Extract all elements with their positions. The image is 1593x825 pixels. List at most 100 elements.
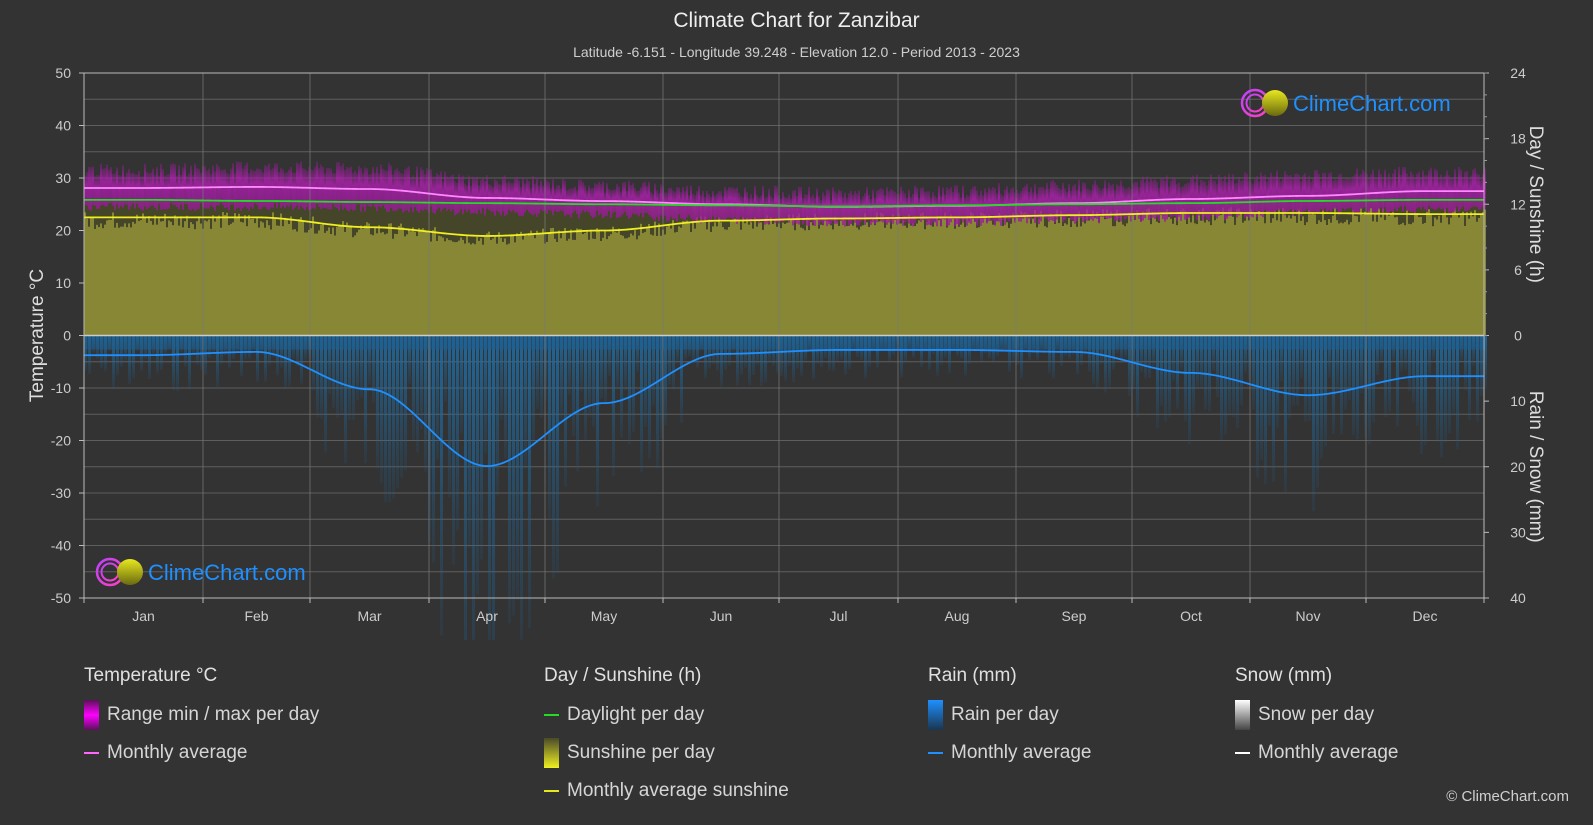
sunshine-day-bar [858, 229, 860, 336]
x-tick-label: Apr [476, 608, 498, 624]
temp-range-bar [976, 190, 978, 226]
sunshine-day-bar [854, 219, 856, 336]
temp-range-bar [866, 187, 868, 220]
sunshine-day-bar [1190, 222, 1192, 336]
sunshine-day-bar [290, 216, 292, 336]
temp-range-bar [1282, 177, 1284, 213]
sunshine-day-bar [992, 224, 994, 336]
sunshine-day-bar [150, 220, 152, 336]
sunshine-day-bar [626, 238, 628, 336]
temp-range-bar [460, 176, 462, 210]
sunshine-day-bar [1104, 219, 1106, 336]
sunshine-day-bar [546, 241, 548, 336]
sunshine-day-bar [534, 238, 536, 336]
sunshine-day-bar [120, 226, 122, 336]
x-tick-label: Jan [132, 608, 155, 624]
sunshine-day-bar [726, 229, 728, 336]
temp-range-bar [424, 173, 426, 210]
sunshine-day-bar [1430, 214, 1432, 336]
sunshine-day-bar [824, 219, 826, 336]
temp-range-bar [1228, 173, 1230, 217]
temp-range-bar [1402, 166, 1404, 212]
sunshine-day-bar [1312, 212, 1314, 336]
sunshine-day-bar [196, 221, 198, 336]
sunshine-day-bar [464, 243, 466, 336]
rain-day-bar [640, 335, 643, 472]
rain-day-bar [556, 335, 559, 574]
sunshine-day-bar [1376, 221, 1378, 336]
temp-range-bar [1054, 182, 1056, 223]
rain-day-bar [1352, 335, 1355, 435]
rain-day-bar [488, 335, 491, 640]
sunshine-day-bar [1122, 224, 1124, 336]
temp-range-bar [474, 178, 476, 213]
sunshine-day-bar [132, 221, 134, 336]
temp-range-bar [530, 188, 532, 214]
sunshine-day-bar [1354, 215, 1356, 336]
sunshine-day-bar [648, 224, 650, 336]
temp-range-bar [1450, 177, 1452, 214]
sunshine-day-bar [988, 214, 990, 336]
sunshine-day-bar [864, 213, 866, 336]
sunshine-day-bar [1270, 222, 1272, 336]
sunshine-day-bar [186, 215, 188, 336]
sunshine-day-bar [616, 232, 618, 336]
temp-range-bar [170, 164, 172, 204]
sunshine-day-bar [92, 216, 94, 336]
legend-item-sunshine-avg: Monthly average sunshine [544, 779, 789, 803]
sunshine-day-bar [1070, 227, 1072, 336]
sunshine-day-bar [984, 214, 986, 336]
sunshine-day-bar [262, 222, 264, 336]
sunshine-day-bar [886, 217, 888, 336]
temp-range-bar [910, 196, 912, 224]
sunshine-day-bar [418, 228, 420, 336]
rain-day-bar [440, 335, 443, 636]
sunshine-day-bar [222, 212, 224, 336]
sunshine-day-bar [476, 236, 478, 336]
right-tick-label: 24 [1510, 65, 1526, 81]
sunshine-day-bar [1080, 226, 1082, 336]
temp-range-bar [1294, 173, 1296, 211]
temp-range-bar [166, 174, 168, 210]
temp-range-bar [960, 197, 962, 220]
sunshine-day-bar [576, 228, 578, 336]
sunshine-day-bar [1462, 211, 1464, 336]
temp-range-bar [366, 168, 368, 206]
temp-range-bar [856, 193, 858, 226]
temp-range-bar [182, 167, 184, 210]
sunshine-day-bar [1394, 217, 1396, 336]
sunshine-day-bar [1388, 215, 1390, 336]
temp-range-bar [316, 161, 318, 205]
temp-range-bar [762, 186, 764, 220]
sunshine-day-bar [392, 238, 394, 336]
temp-range-bar [386, 170, 388, 212]
sunshine-day-bar [1306, 222, 1308, 336]
sunshine-day-bar [1168, 216, 1170, 336]
temp-range-bar [228, 174, 230, 211]
temp-range-bar [150, 172, 152, 206]
temp-range-bar [752, 198, 754, 219]
sunshine-day-bar [1084, 223, 1086, 336]
sunshine-day-bar [932, 226, 934, 336]
sunshine-day-bar [776, 226, 778, 336]
sunshine-day-bar [1464, 225, 1466, 336]
sunshine-day-bar [264, 227, 266, 336]
sunshine-day-bar [722, 227, 724, 336]
temp-range-bar [742, 197, 744, 221]
temp-range-bar [580, 179, 582, 214]
temp-range-bar [168, 173, 170, 209]
sunshine-day-bar [792, 214, 794, 336]
sunshine-day-bar [588, 239, 590, 336]
sunshine-day-bar [1000, 217, 1002, 336]
sunshine-day-bar [1332, 215, 1334, 336]
temp-range-bar [770, 195, 772, 221]
sunshine-day-bar [1018, 217, 1020, 336]
temp-range-bar [734, 188, 736, 218]
sunshine-day-bar [252, 218, 254, 336]
temp-range-bar [830, 200, 832, 225]
legend-snow: Snow (mm) Snow per day Monthly average [1235, 665, 1398, 765]
sunshine-day-bar [1242, 222, 1244, 336]
temp-range-bar [1050, 180, 1052, 221]
sunshine-day-bar [1286, 217, 1288, 336]
temp-range-bar [776, 186, 778, 223]
